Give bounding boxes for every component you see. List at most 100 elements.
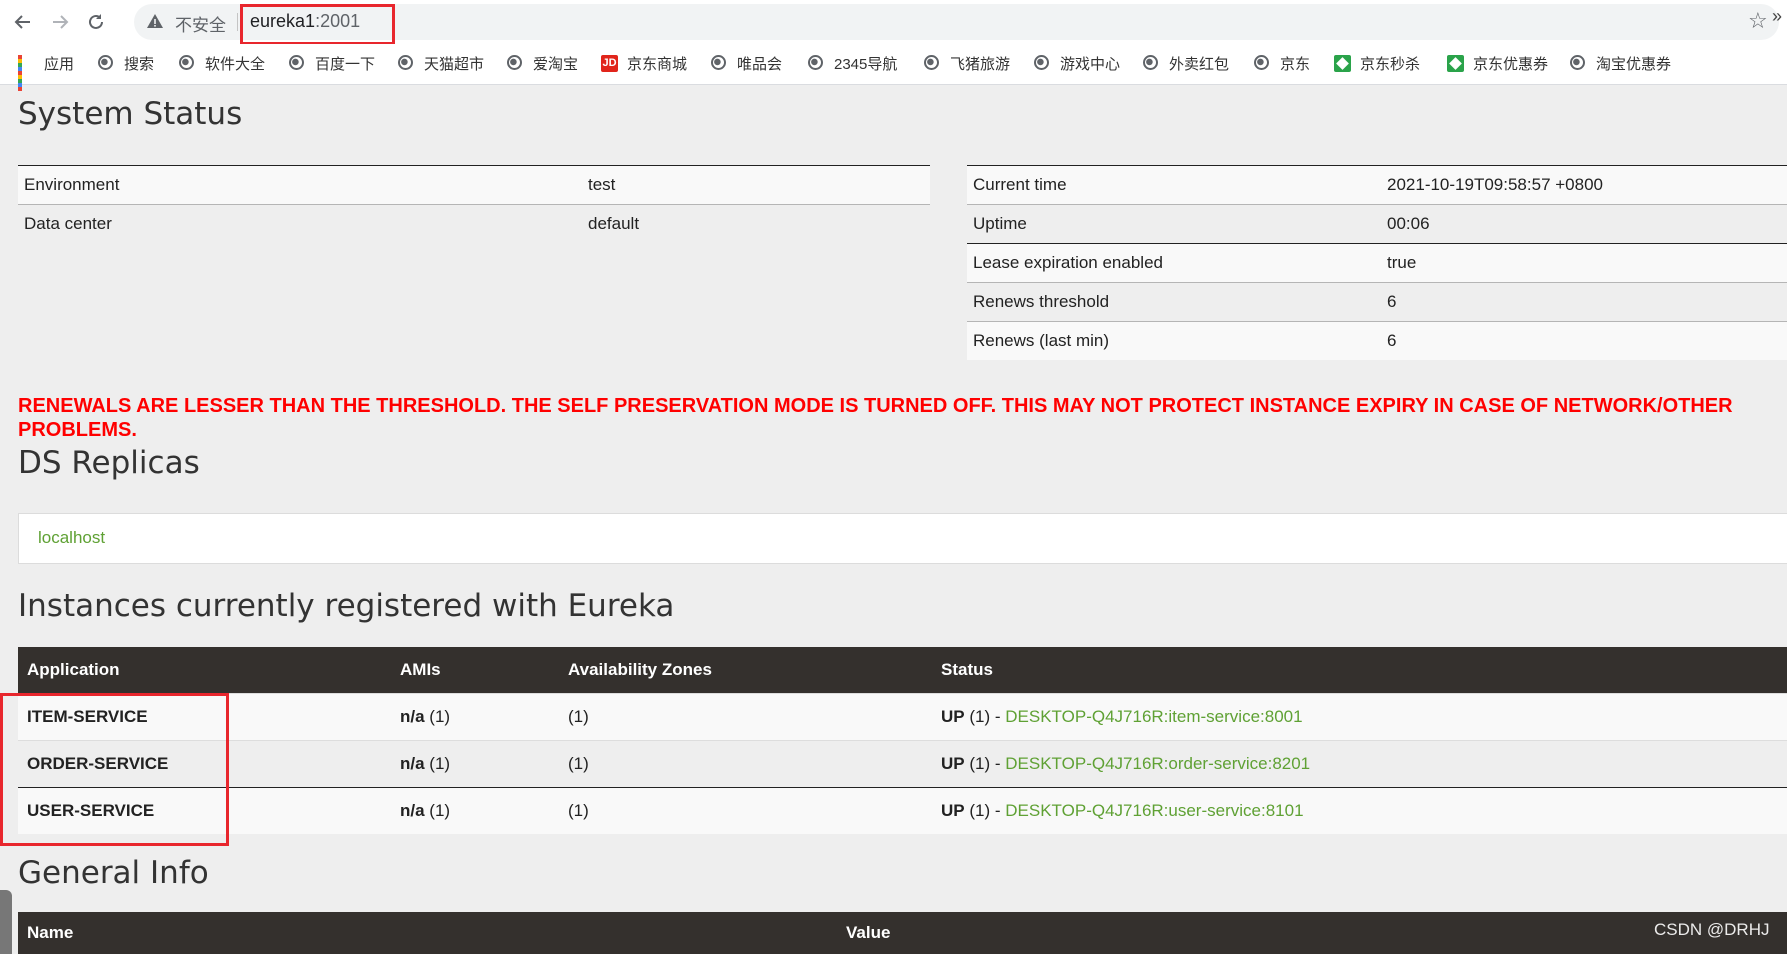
status-value: 6 [1381, 321, 1787, 360]
system-status-title: System Status [18, 96, 243, 132]
url-divider [237, 13, 238, 31]
column-header-name: Name [18, 912, 837, 954]
env-key: Data center [18, 204, 582, 243]
bookmark-label: 淘宝优惠券 [1596, 56, 1672, 73]
bookmark-label: 京东优惠券 [1473, 56, 1549, 73]
table-row: Current time 2021-10-19T09:58:57 +0800 [967, 165, 1787, 205]
instance-link[interactable]: DESKTOP-Q4J716R:item-service:8001 [1005, 707, 1302, 726]
bookmark-label: 唯品会 [737, 56, 783, 73]
watermark-text: CSDN @DRHJ [1654, 920, 1770, 939]
general-info-title: General Info [18, 855, 209, 891]
ami-cell: n/a (1) [391, 787, 559, 834]
globe-icon [179, 55, 196, 72]
bookmark-item[interactable]: 游戏中心 [1034, 53, 1120, 74]
bookmark-label: 天猫超市 [424, 56, 485, 73]
bookmark-item[interactable]: 2345导航 [808, 53, 897, 74]
globe-icon [289, 55, 306, 72]
status-cell: UP (1) - DESKTOP-Q4J716R:item-service:80… [932, 693, 1787, 741]
zones-cell: (1) [559, 740, 932, 788]
status-up: UP [941, 801, 965, 820]
table-header-row: Application AMIs Availability Zones Stat… [18, 647, 1787, 694]
table-header-row: Name Value [18, 912, 1787, 954]
status-count: (1) - [969, 707, 1001, 726]
bookmark-item[interactable]: 百度一下 [289, 53, 375, 74]
instances-title: Instances currently registered with Eure… [18, 588, 675, 624]
replica-link-localhost[interactable]: localhost [38, 528, 105, 548]
instance-link[interactable]: DESKTOP-Q4J716R:order-service:8201 [1005, 754, 1310, 773]
instances-table: Application AMIs Availability Zones Stat… [18, 647, 1787, 834]
bookmark-item[interactable]: 京东秒杀 [1334, 53, 1420, 74]
status-value: 2021-10-19T09:58:57 +0800 [1381, 165, 1787, 205]
bookmark-item[interactable]: 软件大全 [179, 53, 265, 74]
back-arrow-icon[interactable] [9, 8, 37, 36]
column-header-status: Status [932, 647, 1787, 694]
globe-icon [1570, 55, 1587, 72]
bookmark-label: 京东 [1280, 56, 1311, 73]
status-cell: UP (1) - DESKTOP-Q4J716R:order-service:8… [932, 740, 1787, 788]
general-info-table: Name Value [18, 912, 1787, 954]
bookmark-label: 爱淘宝 [533, 56, 579, 73]
column-header-zones: Availability Zones [559, 647, 932, 694]
bookmark-item[interactable]: JD 京东商城 [601, 53, 687, 74]
bookmark-label: 搜索 [124, 56, 155, 73]
jd-green-icon [1334, 55, 1351, 72]
ami-cell: n/a (1) [391, 693, 559, 741]
bookmark-item[interactable]: 飞猪旅游 [924, 53, 1010, 74]
self-preservation-warning: RENEWALS ARE LESSER THAN THE THRESHOLD. … [18, 395, 1733, 441]
globe-icon [1034, 55, 1051, 72]
ami-value: n/a [400, 801, 425, 820]
environment-table: Environment test Data center default [18, 165, 930, 243]
ami-cell: n/a (1) [391, 740, 559, 788]
warning-triangle-icon[interactable] [146, 12, 166, 32]
side-widget-edge [0, 890, 12, 954]
security-label[interactable]: 不安全 [175, 11, 226, 36]
globe-icon [1254, 55, 1271, 72]
globe-icon [808, 55, 825, 72]
bookmark-item[interactable]: 唯品会 [711, 53, 782, 74]
status-table: Current time 2021-10-19T09:58:57 +0800 U… [967, 165, 1787, 360]
zones-cell: (1) [559, 693, 932, 741]
replicas-box: localhost [18, 513, 1787, 564]
status-count: (1) - [969, 801, 1001, 820]
reload-icon[interactable] [82, 8, 110, 36]
bookmark-item[interactable]: 天猫超市 [398, 53, 484, 74]
status-value: 00:06 [1381, 204, 1787, 244]
bookmarks-more-button[interactable]: » [1772, 6, 1782, 27]
ami-value: n/a [400, 754, 425, 773]
status-key: Current time [967, 165, 1381, 205]
env-value: default [582, 204, 930, 243]
bookmark-item[interactable]: 京东优惠券 [1447, 53, 1548, 74]
status-cell: UP (1) - DESKTOP-Q4J716R:user-service:81… [932, 787, 1787, 834]
globe-icon [924, 55, 941, 72]
column-header-application: Application [18, 647, 391, 694]
column-header-amis: AMIs [391, 647, 559, 694]
instance-link[interactable]: DESKTOP-Q4J716R:user-service:8101 [1005, 801, 1303, 820]
table-row: Renews threshold 6 [967, 282, 1787, 322]
status-count: (1) - [969, 754, 1001, 773]
bookmark-label: 应用 [44, 56, 75, 73]
bookmark-item[interactable]: 京东 [1254, 53, 1310, 74]
bookmark-item[interactable]: 搜索 [98, 53, 154, 74]
bookmark-item[interactable]: 淘宝优惠券 [1570, 53, 1671, 74]
forward-arrow-icon[interactable] [46, 8, 74, 36]
status-key: Renews (last min) [967, 321, 1381, 360]
ami-count: (1) [429, 754, 451, 773]
globe-icon [1143, 55, 1160, 72]
status-up: UP [941, 707, 965, 726]
bookmark-item[interactable]: 应用 [18, 53, 75, 91]
status-value: 6 [1381, 282, 1787, 322]
zones-cell: (1) [559, 787, 932, 834]
ami-count: (1) [429, 707, 451, 726]
bookmark-label: 飞猪旅游 [950, 56, 1011, 73]
bookmark-label: 软件大全 [205, 56, 266, 73]
bookmark-item[interactable]: 爱淘宝 [507, 53, 578, 74]
ds-replicas-title: DS Replicas [18, 445, 200, 481]
ami-value: n/a [400, 707, 425, 726]
star-icon[interactable]: ☆ [1748, 8, 1768, 34]
bookmark-item[interactable]: 外卖红包 [1143, 53, 1229, 74]
bookmark-label: 百度一下 [315, 56, 376, 73]
status-key: Uptime [967, 204, 1381, 244]
bookmark-label: 游戏中心 [1060, 56, 1121, 73]
apps-grid-icon [18, 55, 35, 91]
table-row: ORDER-SERVICE n/a (1) (1) UP (1) - DESKT… [18, 740, 1787, 788]
